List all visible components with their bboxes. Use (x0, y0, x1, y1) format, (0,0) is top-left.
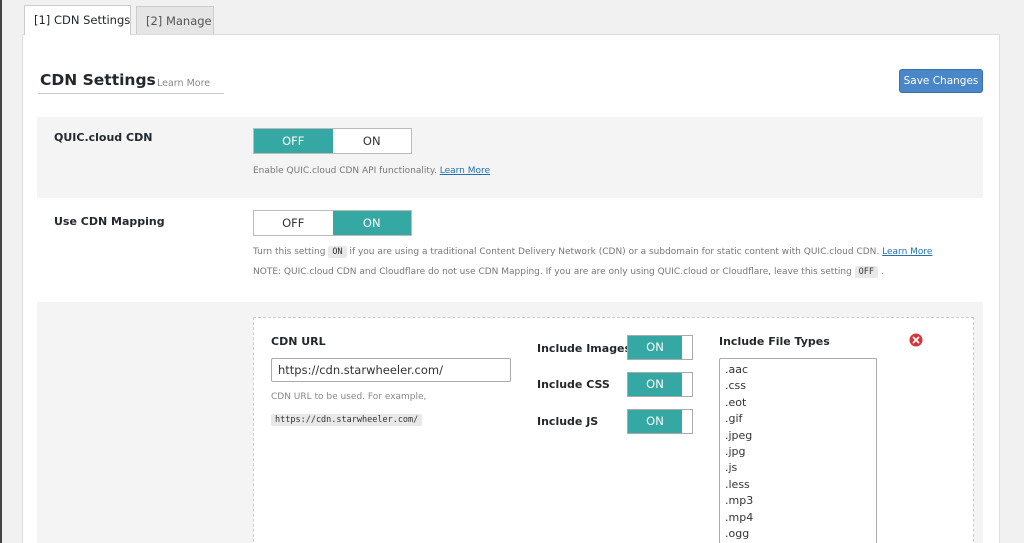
cdn-url-help: CDN URL to be used. For example, (271, 392, 427, 402)
include-css-on: ON (628, 373, 682, 396)
cdn-mapping-on-option[interactable]: ON (332, 211, 411, 235)
include-css-label: Include CSS (537, 378, 610, 391)
settings-panel: CDN Settings Learn More Save Changes QUI… (22, 34, 1000, 543)
cdn-url-label: CDN URL (271, 335, 326, 348)
cdn-url-input[interactable] (271, 358, 511, 382)
include-css-knob (682, 373, 692, 396)
quic-cdn-learn-more-link[interactable]: Learn More (440, 166, 490, 176)
cdn-mapping-learn-more-link[interactable]: Learn More (882, 247, 932, 257)
cdn-mapping-desc-post: if you are using a traditional Content D… (349, 247, 880, 257)
title-divider (38, 93, 224, 94)
file-type-item: .css (725, 379, 747, 393)
include-js-label: Include JS (537, 415, 599, 428)
include-css-toggle[interactable]: ON (627, 372, 693, 397)
page-title: CDN Settings (40, 71, 156, 89)
file-type-item: .mp3 (725, 494, 754, 508)
file-type-item: .js (725, 461, 738, 475)
cdn-mapping-off-code: OFF (854, 266, 879, 278)
cdn-mapping-off-option[interactable]: OFF (254, 211, 333, 235)
cdn-mapping-row: Use CDN Mapping OFF ON Turn this setting… (37, 198, 983, 302)
tab-manage[interactable]: [2] Manage (136, 6, 214, 34)
cdn-mapping-note-post: . (880, 267, 884, 277)
include-js-on: ON (628, 410, 682, 433)
file-type-item: .less (725, 477, 750, 491)
quic-cdn-desc-text: Enable QUIC.cloud CDN API functionality. (253, 166, 437, 176)
cdn-mapping-note: NOTE: QUIC.cloud CDN and Cloudflare do n… (253, 266, 884, 278)
cdn-mapping-label: Use CDN Mapping (54, 215, 165, 228)
file-types-textarea[interactable]: .aac .css .eot .gif .jpeg .jpg .js .less… (719, 358, 877, 543)
cdn-url-example-wrap: https://cdn.starwheeler.com/ (271, 407, 423, 426)
file-type-item: .eot (725, 395, 747, 409)
include-images-knob (682, 336, 692, 359)
quic-cdn-toggle[interactable]: OFF ON (253, 128, 412, 154)
file-types-label: Include File Types (719, 335, 830, 348)
cdn-mapping-desc-pre: Turn this setting (253, 247, 326, 257)
quic-cdn-on-option[interactable]: ON (332, 129, 411, 153)
include-images-on: ON (628, 336, 682, 359)
file-type-item: .jpeg (725, 428, 753, 442)
cdn-url-example: https://cdn.starwheeler.com/ (271, 414, 423, 426)
file-type-item: .aac (725, 363, 749, 376)
cdn-mapping-note-pre: NOTE: QUIC.cloud CDN and Cloudflare do n… (253, 267, 852, 277)
quic-cdn-label: QUIC.cloud CDN (54, 131, 153, 144)
left-border (0, 0, 2, 543)
quic-cdn-description: Enable QUIC.cloud CDN API functionality.… (253, 166, 490, 176)
tab-cdn-settings[interactable]: [1] CDN Settings (24, 5, 131, 35)
cdn-mapping-on-code: ON (328, 246, 347, 258)
include-js-knob (682, 410, 692, 433)
include-js-toggle[interactable]: ON (627, 409, 693, 434)
file-type-item: .ogg (725, 527, 750, 541)
quic-cdn-off-option[interactable]: OFF (254, 129, 333, 153)
include-images-toggle[interactable]: ON (627, 335, 693, 360)
cdn-mapping-toggle[interactable]: OFF ON (253, 210, 412, 236)
file-type-item: .mp4 (725, 510, 754, 524)
include-images-label: Include Images (537, 342, 632, 355)
cdn-mapping-entry: CDN URL CDN URL to be used. For example,… (253, 317, 974, 543)
remove-cdn-entry-icon[interactable] (909, 333, 923, 347)
file-type-item: .jpg (725, 445, 746, 459)
cdn-mapping-description: Turn this setting ON if you are using a … (253, 246, 932, 258)
save-changes-button[interactable]: Save Changes (899, 69, 983, 93)
file-type-item: .gif (725, 412, 743, 426)
quic-cdn-row: QUIC.cloud CDN OFF ON Enable QUIC.cloud … (37, 117, 983, 198)
cdn-entry-row: CDN URL CDN URL to be used. For example,… (37, 302, 983, 543)
title-learn-more-link[interactable]: Learn More (157, 78, 210, 89)
